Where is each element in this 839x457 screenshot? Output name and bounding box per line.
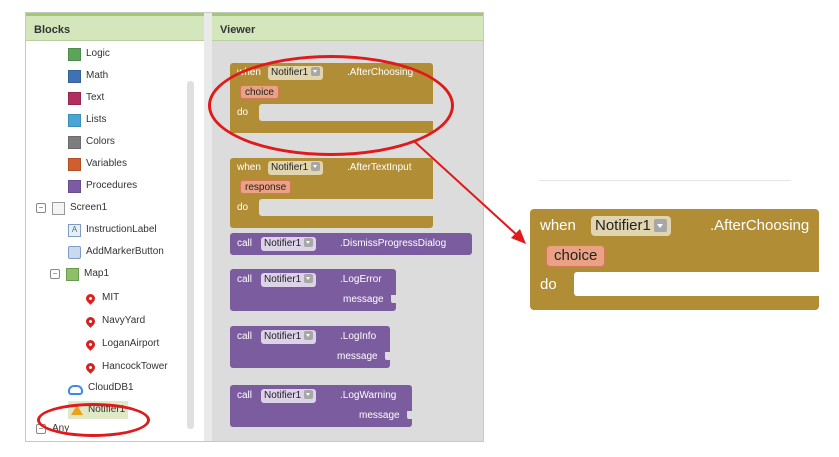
dropdown-arrow-icon xyxy=(653,218,667,232)
event-parameter: choice xyxy=(546,245,606,267)
zoomed-after-choosing-block: when Notifier1 .AfterChoosing choice do xyxy=(530,209,819,310)
component-name: Notifier1 xyxy=(595,217,651,234)
do-statement-slot xyxy=(574,272,819,296)
component-dropdown: Notifier1 xyxy=(591,216,671,236)
when-keyword: when xyxy=(540,217,576,234)
do-keyword: do xyxy=(540,276,557,293)
event-name: .AfterChoosing xyxy=(710,217,810,234)
separator-line xyxy=(539,180,791,181)
